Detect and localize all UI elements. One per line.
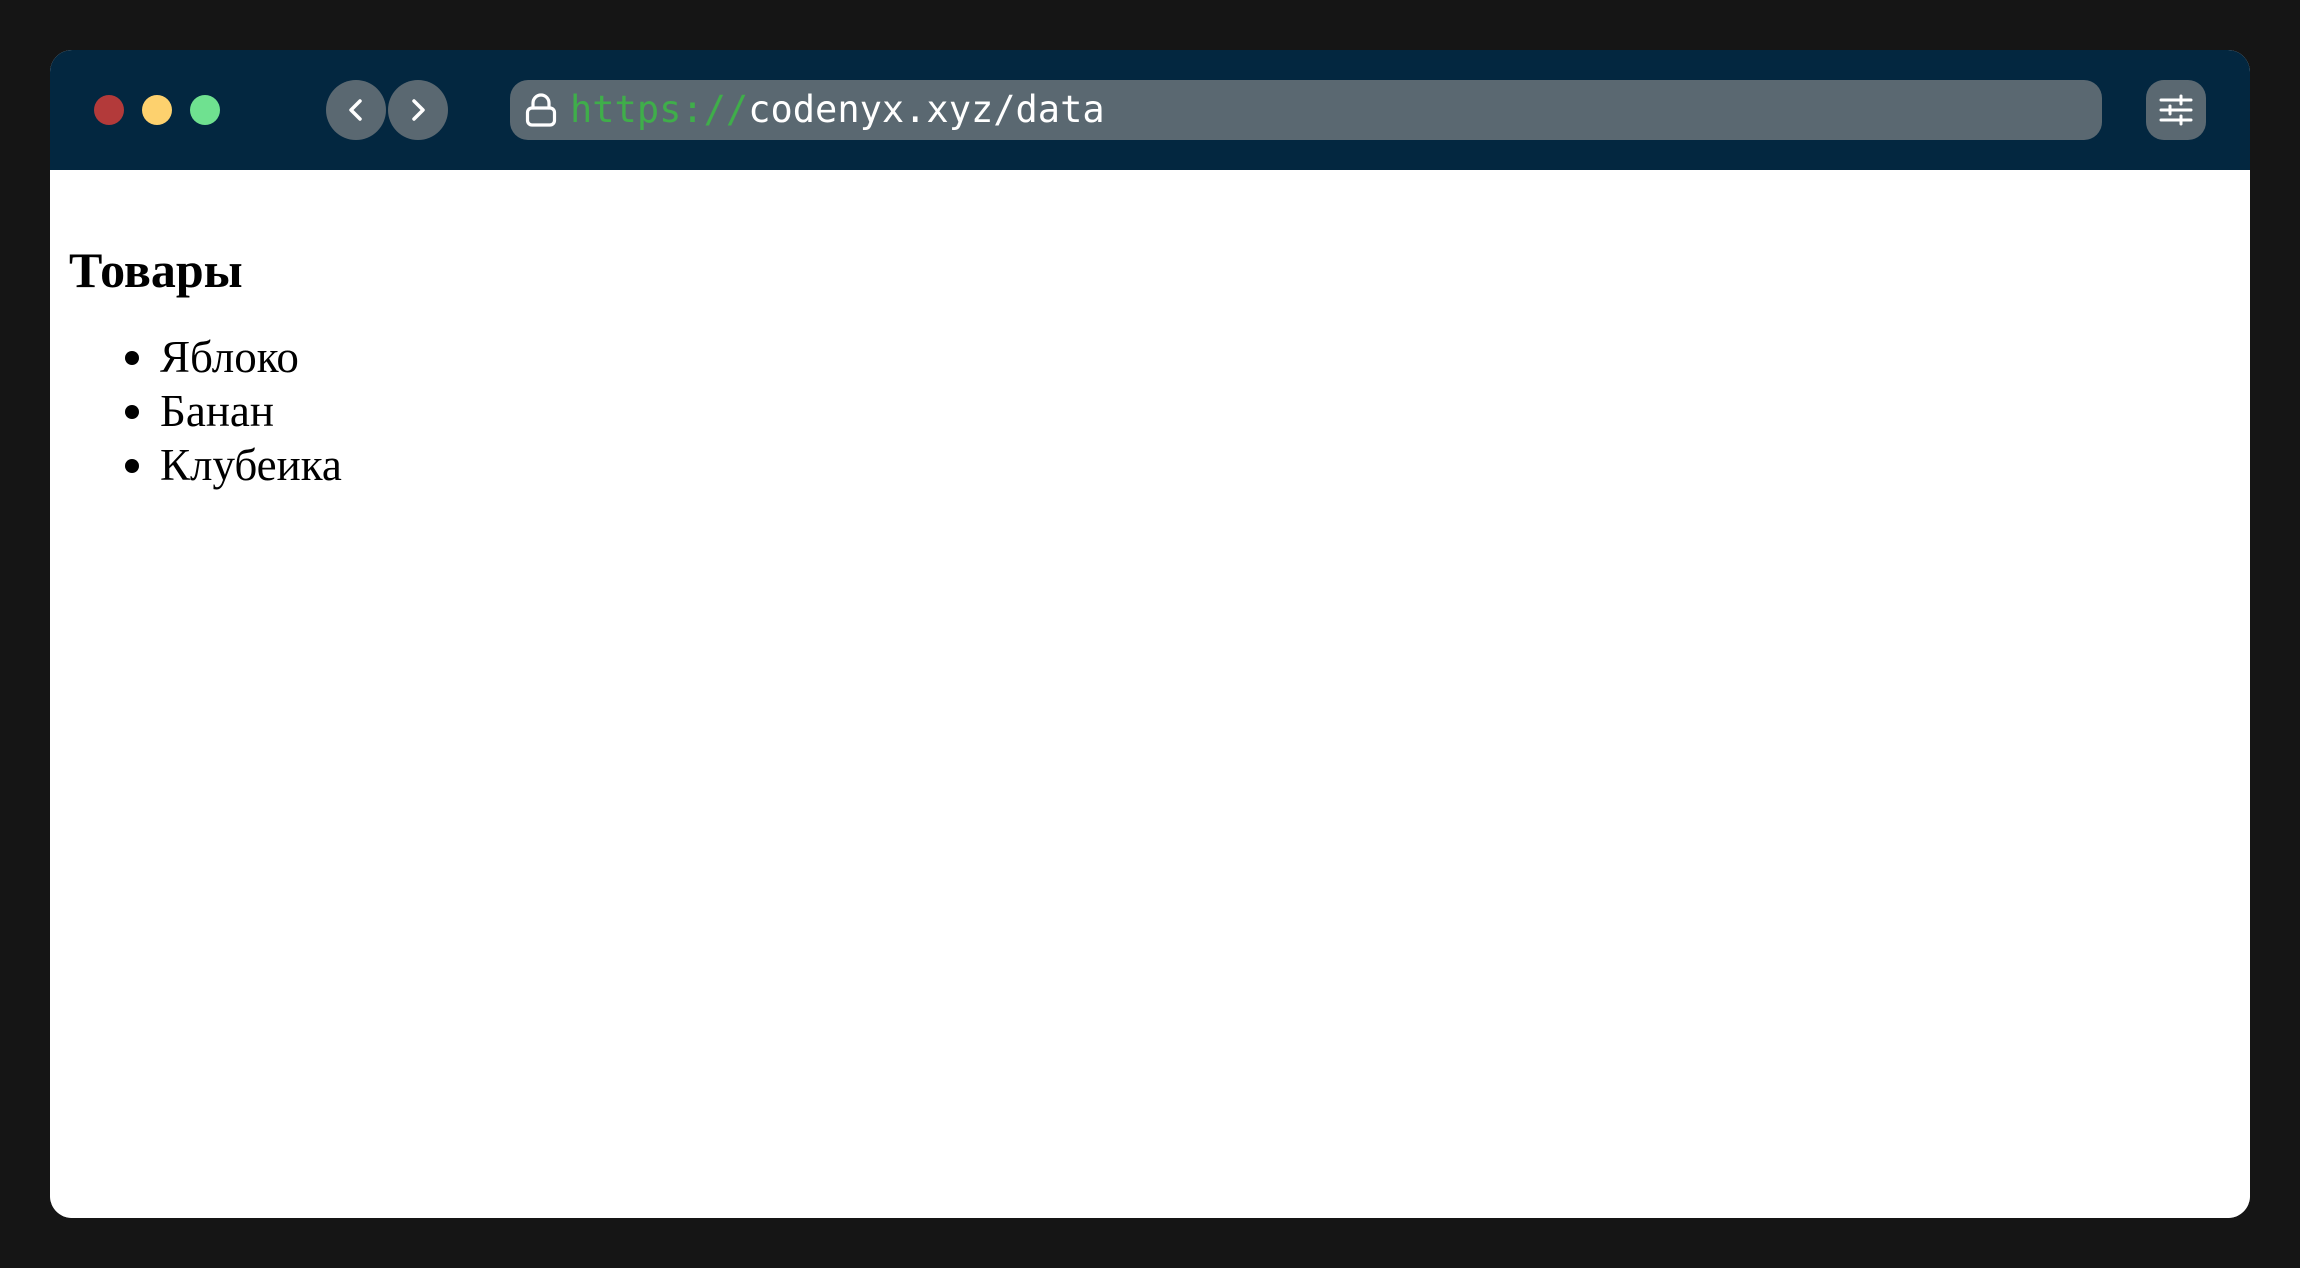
address-bar[interactable]: https://codenyx.xyz/data [510,80,2102,140]
url-scheme: https:// [570,88,749,131]
browser-window: https://codenyx.xyz/data Товары Яблоко Б… [50,50,2250,1218]
url-host-path: codenyx.xyz/data [748,88,1105,131]
page-heading: Товары [69,242,243,298]
forward-button[interactable] [388,80,448,140]
bullet-icon [125,459,139,473]
back-button[interactable] [326,80,386,140]
lock-icon [525,93,557,127]
chevron-left-icon [349,99,362,121]
list-item-label: Банан [160,386,274,436]
bullet-icon [125,405,139,419]
url-text[interactable]: https://codenyx.xyz/data [570,80,1105,140]
chevron-right-icon [412,99,425,121]
browser-title-bar: https://codenyx.xyz/data [50,50,2250,170]
list-item-label: Яблоко [160,332,299,382]
list-item-label: Клубеика [160,440,342,490]
zoom-window-button[interactable] [190,95,220,125]
page-content: Товары Яблоко Банан Клубеика [50,170,2250,1218]
minimize-window-button[interactable] [142,95,172,125]
bullet-icon [125,351,139,365]
sliders-icon [2159,94,2193,126]
close-window-button[interactable] [94,95,124,125]
settings-button[interactable] [2146,80,2206,140]
